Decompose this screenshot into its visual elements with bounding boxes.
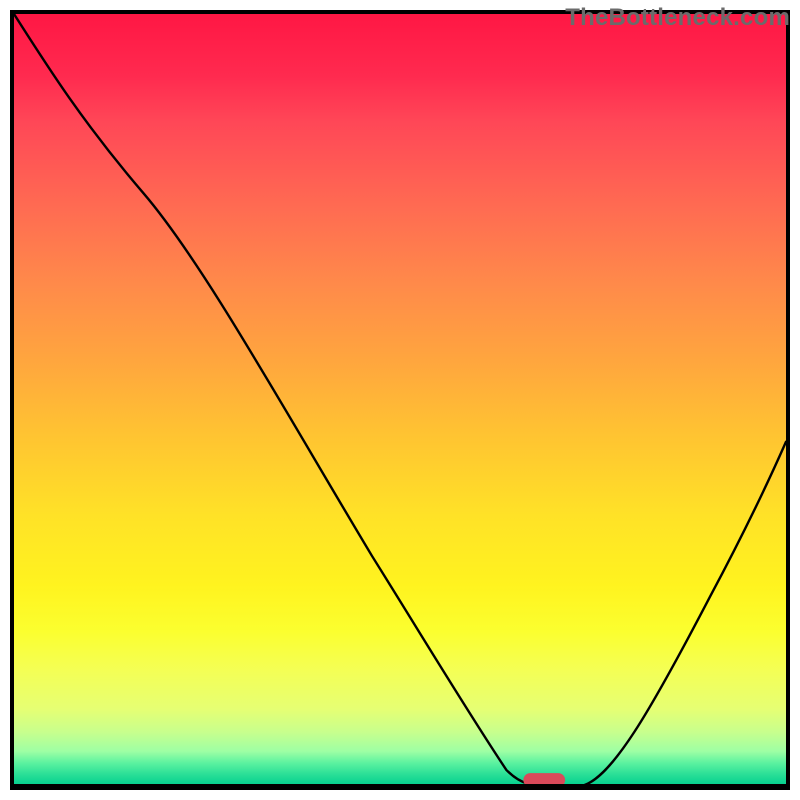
curve-layer [14,14,786,786]
bottleneck-curve-line [14,14,786,786]
plot-area [10,10,790,790]
x-axis-baseline [14,784,786,786]
watermark-text: TheBottleneck.com [565,4,790,32]
chart-container: TheBottleneck.com [0,0,800,800]
